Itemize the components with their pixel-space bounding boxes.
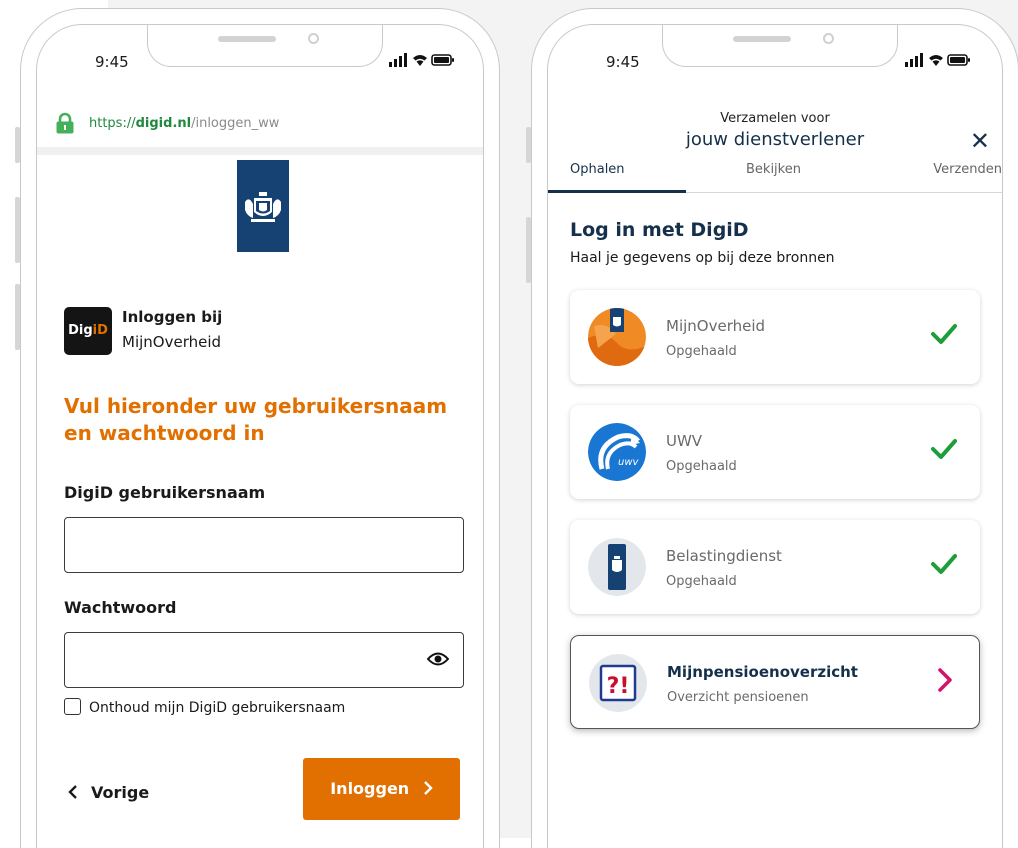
eye-icon[interactable] (426, 651, 450, 671)
speaker-grille (733, 36, 791, 42)
source-card-mijnpensioenoverzicht[interactable]: ?! Mijnpensioenoverzicht Overzicht pensi… (570, 635, 980, 729)
signal-icon (905, 53, 923, 67)
url-text: https://digid.nl/inloggen_ww (89, 116, 279, 131)
phone-screen-right: 9:45 Verzamelen voor jouw dienstverlener… (547, 24, 1003, 848)
digid-logo-text: Dig (68, 323, 93, 338)
checkmark-icon (930, 322, 958, 350)
belastingdienst-logo (588, 538, 646, 596)
phone-side-button (526, 127, 531, 163)
remember-checkbox[interactable] (64, 698, 81, 715)
checkmark-icon (930, 552, 958, 580)
page-headline: Vul hieronder uw gebruikersnaam en wacht… (64, 394, 448, 445)
service-name: MijnOverheid (122, 333, 222, 351)
tab-bekijken[interactable]: Bekijken (746, 162, 801, 177)
remember-username-option[interactable]: Onthoud mijn DigiD gebruikersnaam (64, 698, 345, 716)
sheet-title: jouw dienstverlener (685, 129, 865, 150)
phone-side-button (15, 127, 20, 163)
username-input[interactable] (64, 517, 464, 573)
lock-icon (55, 112, 75, 138)
tab-ophalen[interactable]: Ophalen (570, 162, 625, 177)
url-scheme: https:// (89, 116, 136, 131)
source-card-belastingdienst[interactable]: Belastingdienst Opgehaald (570, 520, 980, 614)
source-status: Opgehaald (666, 574, 737, 589)
browser-address-bar[interactable]: https://digid.nl/inloggen_ww (37, 101, 483, 155)
login-label: Inloggen (330, 779, 410, 798)
status-icons (905, 52, 971, 72)
status-time: 9:45 (606, 53, 640, 71)
phone-notch (147, 25, 383, 67)
speaker-grille (218, 36, 276, 42)
phone-side-button (526, 217, 531, 283)
tab-verzenden[interactable]: Verzenden (933, 162, 1002, 177)
close-icon[interactable]: ✕ (970, 127, 990, 155)
status-time: 9:45 (95, 53, 129, 71)
source-status: Overzicht pensioenen (667, 690, 809, 705)
phone-frame-left: 9:45 https://digid.nl/inloggen_ww DigiD … (15, 8, 500, 848)
phone-side-button (15, 197, 20, 263)
remember-label: Onthoud mijn DigiD gebruikersnaam (89, 700, 346, 716)
chevron-right-icon (423, 781, 433, 795)
digid-logo-text-accent: iD (92, 323, 108, 338)
chevron-left-icon (68, 785, 77, 799)
battery-icon (947, 54, 970, 66)
phone-frame-right: 9:45 Verzamelen voor jouw dienstverlener… (526, 8, 1018, 848)
source-name: Mijnpensioenoverzicht (667, 663, 858, 681)
section-title: Log in met DigiD (570, 219, 749, 241)
source-name: MijnOverheid (666, 317, 766, 335)
battery-icon (431, 54, 454, 66)
camera-dot (823, 33, 834, 44)
camera-dot (308, 33, 319, 44)
rijksoverheid-logo (237, 160, 289, 252)
source-card-mijnoverheid[interactable]: MijnOverheid Opgehaald (570, 290, 980, 384)
uwv-logo-text: uwv (618, 457, 640, 468)
section-subtitle: Haal je gegevens op bij deze bronnen (570, 250, 835, 266)
source-name: UWV (666, 432, 703, 450)
uwv-logo: uwv (588, 423, 646, 481)
login-to-label: Inloggen bij (122, 308, 223, 326)
chevron-right-icon[interactable] (937, 667, 953, 697)
digid-logo: DigiD (64, 307, 112, 355)
url-domain: digid.nl (135, 116, 192, 131)
phone-side-button (15, 284, 20, 350)
url-path: /inloggen_ww (191, 116, 280, 131)
sheet-subtitle: Verzamelen voor (720, 111, 830, 126)
active-tab-indicator (548, 190, 686, 193)
back-button[interactable]: Vorige (67, 783, 149, 802)
mijnpensioenoverzicht-logo: ?! (589, 654, 647, 712)
password-label: Wachtwoord (64, 598, 177, 617)
source-status: Opgehaald (666, 344, 737, 359)
back-label: Vorige (91, 783, 150, 802)
wifi-icon (929, 55, 943, 66)
checkmark-icon (930, 437, 958, 465)
source-name: Belastingdienst (666, 547, 782, 565)
mijnoverheid-logo (588, 308, 646, 366)
login-button[interactable]: Inloggen (303, 758, 460, 820)
password-input[interactable] (64, 632, 464, 688)
status-icons (389, 52, 455, 72)
phone-screen-left: 9:45 https://digid.nl/inloggen_ww DigiD … (36, 24, 484, 848)
pension-logo-text: ?! (607, 674, 630, 699)
username-label: DigiD gebruikersnaam (64, 483, 266, 502)
phone-notch (662, 25, 898, 67)
wifi-icon (413, 55, 427, 66)
source-card-uwv[interactable]: uwv UWV Opgehaald (570, 405, 980, 499)
source-status: Opgehaald (666, 459, 737, 474)
signal-icon (389, 53, 407, 67)
